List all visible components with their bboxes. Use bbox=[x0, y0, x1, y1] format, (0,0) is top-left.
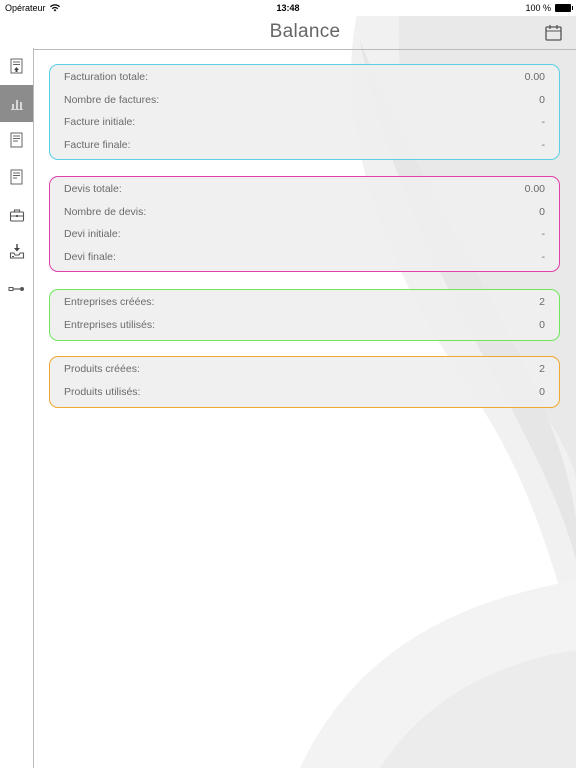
battery: 100 % bbox=[525, 3, 573, 13]
invoice-last-label: Facture finale: bbox=[64, 138, 131, 151]
invoice-count-value: 0 bbox=[539, 93, 545, 106]
companies-used-row: Entreprises utilisés: 0 bbox=[50, 313, 559, 336]
quotes-summary-card: Devis totale: 0.00 Nombre de devis: 0 De… bbox=[49, 176, 560, 272]
sidebar-item-invoice-upload[interactable] bbox=[0, 48, 33, 85]
products-summary-card: Produits créées: 2 Produits utilisés: 0 bbox=[49, 356, 560, 408]
battery-label: 100 % bbox=[525, 3, 551, 13]
products-used-value: 0 bbox=[539, 385, 545, 398]
invoice-first-row: Facture initiale: - bbox=[50, 110, 559, 133]
invoice-last-row: Facture finale: - bbox=[50, 133, 559, 156]
invoice-count-row: Nombre de factures: 0 bbox=[50, 88, 559, 111]
companies-created-row: Entreprises créées: 2 bbox=[50, 290, 559, 313]
quote-last-label: Devi finale: bbox=[64, 250, 116, 263]
invoices-summary-card: Facturation totale: 0.00 Nombre de factu… bbox=[49, 64, 560, 160]
clock: 13:48 bbox=[276, 3, 300, 13]
sidebar-item-invoices[interactable] bbox=[0, 122, 33, 159]
battery-icon bbox=[555, 4, 573, 12]
sidebar-item-quotes[interactable] bbox=[0, 159, 33, 196]
quote-first-row: Devi initiale: - bbox=[50, 222, 559, 245]
status-bar: Opérateur 13:48 100 % bbox=[0, 0, 576, 16]
quote-total-row: Devis totale: 0.00 bbox=[50, 177, 559, 200]
calendar-icon bbox=[545, 25, 562, 41]
quote-count-value: 0 bbox=[539, 205, 545, 218]
key-icon bbox=[8, 286, 24, 291]
invoice-first-label: Facture initiale: bbox=[64, 116, 136, 128]
quote-last-row: Devi finale: - bbox=[50, 245, 559, 268]
companies-summary-card: Entreprises créées: 2 Entreprises utilis… bbox=[49, 289, 560, 341]
products-used-row: Produits utilisés: 0 bbox=[50, 380, 559, 403]
companies-created-label: Entreprises créées: bbox=[64, 296, 155, 308]
briefcase-icon bbox=[9, 208, 24, 222]
invoice-total-row: Facturation totale: 0.00 bbox=[50, 65, 559, 88]
invoice-first-value: - bbox=[541, 116, 546, 128]
quote-icon bbox=[10, 169, 22, 184]
sidebar-item-companies[interactable] bbox=[0, 196, 33, 233]
quote-first-value: - bbox=[541, 228, 546, 240]
sidebar-item-products[interactable] bbox=[0, 233, 33, 270]
invoice-last-value: - bbox=[541, 138, 546, 151]
invoice-icon bbox=[10, 132, 22, 147]
companies-used-label: Entreprises utilisés: bbox=[64, 318, 156, 331]
quote-count-row: Nombre de devis: 0 bbox=[50, 200, 559, 223]
products-used-label: Produits utilisés: bbox=[64, 385, 141, 398]
quote-first-label: Devi initiale: bbox=[64, 228, 121, 240]
quote-count-label: Nombre de devis: bbox=[64, 205, 147, 218]
sidebar-item-settings[interactable] bbox=[0, 270, 33, 307]
products-created-value: 2 bbox=[539, 363, 545, 375]
bar-chart-icon bbox=[10, 99, 23, 110]
quote-total-value: 0.00 bbox=[524, 183, 545, 195]
page-title: Balance bbox=[269, 21, 341, 42]
companies-created-value: 2 bbox=[539, 296, 545, 308]
companies-used-value: 0 bbox=[539, 318, 545, 331]
nav-bar: Balance bbox=[34, 16, 576, 50]
calendar-button[interactable] bbox=[544, 23, 564, 43]
products-created-row: Produits créées: 2 bbox=[50, 357, 559, 380]
invoice-count-label: Nombre de factures: bbox=[64, 93, 160, 106]
quote-total-label: Devis totale: bbox=[64, 183, 122, 195]
inbox-download-icon bbox=[9, 243, 24, 259]
invoice-total-label: Facturation totale: bbox=[64, 71, 149, 83]
invoice-total-value: 0.00 bbox=[524, 71, 545, 83]
sidebar-item-balance[interactable] bbox=[0, 85, 33, 122]
sidebar bbox=[0, 48, 34, 768]
invoice-upload-icon bbox=[10, 58, 22, 73]
quote-last-value: - bbox=[541, 250, 546, 263]
products-created-label: Produits créées: bbox=[64, 363, 140, 375]
